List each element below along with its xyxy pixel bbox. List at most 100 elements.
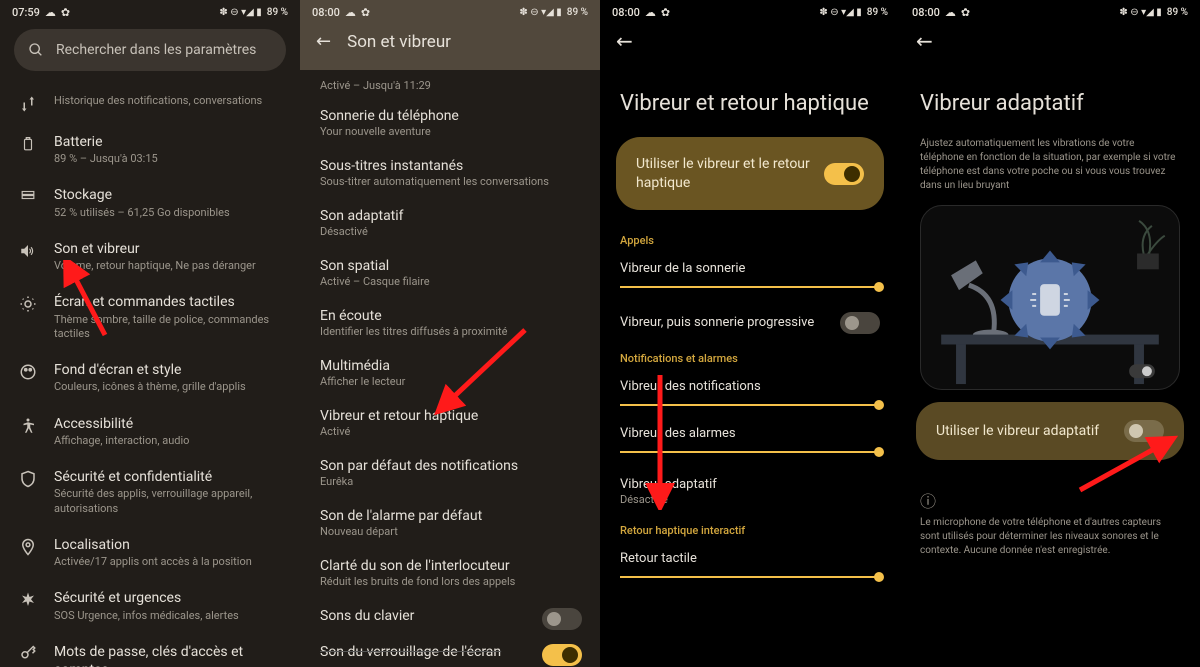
settings-item-emergency[interactable]: Sécurité et urgences SOS Urgence, infos … [0,579,300,632]
item-title: Son et vibreur [54,240,282,258]
status-icon: ☁ [945,6,956,19]
item-title: Fond d'écran et style [54,361,282,379]
status-time: 08:00 [312,6,340,19]
sound-settings-panel: 08:00 ☁ ✿ ✽ ⊖ ▾◢ ▮ 89 % ← Son et vibreur… [300,0,600,667]
item-subtitle: Volume, retour haptique, Ne pas déranger [54,259,282,273]
footer-note: Le microphone de votre téléphone et d'au… [900,516,1200,558]
status-bar: 08:00 ☁ ✿ ✽ ⊖ ▾◢ ▮ 89 % [300,0,600,21]
item-ringtone[interactable]: Sonnerie du téléphone Your nouvelle aven… [300,98,600,148]
status-icon: ✿ [961,6,970,19]
row-notification-vibration[interactable]: Vibreur des notifications [600,371,900,418]
item-adaptive-sound[interactable]: Son adaptatif Désactivé [300,198,600,248]
adaptive-vibration-panel: 08:00 ☁ ✿ ✽ ⊖ ▾◢ ▮ 89 % ← Vibreur adapta… [900,0,1200,667]
settings-list: Historique des notifications, conversati… [0,79,300,667]
item-keyboard-sounds[interactable]: Sons du clavier [300,598,600,634]
battery-icon [21,135,35,153]
vibration-haptics-panel: 08:00 ☁ ✿ ✽ ⊖ ▾◢ ▮ 89 % ← Vibreur et ret… [600,0,900,667]
back-button[interactable]: ← [616,29,633,53]
slider-alarm[interactable] [620,451,880,453]
settings-search[interactable]: Rechercher dans les paramètres [14,29,286,71]
item-title: Sécurité et urgences [54,589,282,607]
status-icon: ✿ [361,6,370,19]
item-subtitle: Couleurs, icônes à thème, grille d'appli… [54,380,282,394]
settings-item-display[interactable]: Écran et commandes tactiles Thème sombre… [0,283,300,351]
status-battery: 89 % [1167,7,1188,18]
adaptive-vibration-toggle-card[interactable]: Utiliser le vibreur adaptatif [916,402,1184,460]
toggle-adaptive-vibration[interactable] [1124,420,1164,442]
settings-item-location[interactable]: Localisation Activée/17 applis ont accès… [0,526,300,579]
slider-ring[interactable] [620,286,880,288]
item-subtitle: Activée/17 applis ont accès à la positio… [54,555,282,569]
item-title: Accessibilité [54,415,282,433]
settings-item-passwords[interactable]: Mots de passe, clés d'accès et comptes S… [0,633,300,667]
settings-item-sound[interactable]: Son et vibreur Volume, retour haptique, … [0,230,300,283]
status-time: 08:00 [612,6,640,19]
slider-touch[interactable] [620,576,880,578]
status-bar: 08:00 ☁ ✿ ✽ ⊖ ▾◢ ▮ 89 % [600,0,900,21]
item-title: Localisation [54,536,282,554]
accessibility-icon [19,417,37,435]
back-button[interactable]: ← [916,29,933,53]
notifications-icon [19,95,37,113]
row-adaptive-vibration[interactable]: Vibreur adaptatif Désactivé [600,465,900,518]
toggle-keyboard-sounds[interactable] [542,608,582,630]
status-bar: 08:00 ☁ ✿ ✽ ⊖ ▾◢ ▮ 89 % [900,0,1200,21]
row-progressive-ring[interactable]: Vibreur, puis sonnerie progressive [600,300,900,346]
item-lock-sound[interactable]: Son du verrouillage de l'écran [300,634,600,667]
section-haptic: Retour haptique interactif [600,518,900,543]
settings-item-accessibility[interactable]: Accessibilité Affichage, interaction, au… [0,405,300,458]
status-battery: 89 % [867,7,888,18]
main-vibration-toggle-card[interactable]: Utiliser le vibreur et le retour haptiqu… [616,137,884,209]
status-battery: 89 % [267,7,288,18]
status-icon: ☁ [645,6,656,19]
back-button[interactable]: ← [316,31,331,52]
toggle-progressive-ring[interactable] [840,312,880,334]
item-alarm-sound[interactable]: Son de l'alarme par défaut Nouveau dépar… [300,498,600,548]
item-subtitle: SOS Urgence, infos médicales, alertes [54,609,282,623]
info-icon: ⓘ [900,478,1200,516]
volume-icon [19,242,37,260]
item-title: Sécurité et confidentialité [54,468,282,486]
status-icon: ☁ [45,6,56,19]
sound-settings-list: Activé – Jusqu'à 11:29 Sonnerie du télép… [300,70,600,667]
item-title: Mots de passe, clés d'accès et comptes [54,643,282,667]
settings-item-security[interactable]: Sécurité et confidentialité Sécurité des… [0,458,300,526]
emergency-icon [19,591,37,609]
status-time: 08:00 [912,6,940,19]
status-time: 07:59 [12,6,40,19]
item-now-playing[interactable]: En écoute Identifier les titres diffusés… [300,298,600,348]
toggle-lock-sound[interactable] [542,644,582,666]
row-alarm-vibration[interactable]: Vibreur des alarmes [600,418,900,465]
row-touch-feedback[interactable]: Retour tactile [600,543,900,590]
key-icon [19,645,37,663]
item-subtitle: Thème sombre, taille de police, commande… [54,313,282,342]
item-subtitle: 89 % – Jusqu'à 03:15 [54,152,282,166]
row-ring-vibration[interactable]: Vibreur de la sonnerie [600,253,900,300]
slider-notif[interactable] [620,404,880,406]
page-title: Son et vibreur [347,32,451,52]
item-title: Stockage [54,186,282,204]
item-media[interactable]: Multimédia Afficher le lecteur [300,348,600,398]
settings-item-wallpaper[interactable]: Fond d'écran et style Couleurs, icônes à… [0,351,300,404]
page-description: Ajustez automatiquement les vibrations d… [900,137,1200,193]
status-icons: ✽ ⊖ ▾◢ ▮ [219,7,261,18]
settings-root-panel: 07:59 ☁ ✿ ✽ ⊖ ▾◢ ▮ 89 % Rechercher dans … [0,0,300,667]
item-title: Écran et commandes tactiles [54,293,282,311]
page-title: Vibreur et retour haptique [600,61,900,137]
toggle-use-vibration[interactable] [824,163,864,185]
settings-item-battery[interactable]: Batterie 89 % – Jusqu'à 03:15 [0,123,300,176]
item-notification-sound[interactable]: Son par défaut des notifications Eurêka [300,448,600,498]
item-vibration-haptics[interactable]: Vibreur et retour haptique Activé [300,398,600,448]
shield-icon [19,470,37,488]
section-notifications: Notifications et alarmes [600,346,900,371]
item-subtitle: Sécurité des applis, verrouillage appare… [54,487,282,516]
item-spatial-sound[interactable]: Son spatial Activé – Casque filaire [300,248,600,298]
page-title: Vibreur adaptatif [900,61,1200,137]
status-icons: ✽ ⊖ ▾◢ ▮ [519,7,561,18]
palette-icon [19,363,37,381]
settings-item-notifications[interactable]: Historique des notifications, conversati… [0,83,300,123]
item-call-clarity[interactable]: Clarté du son de l'interlocuteur Réduit … [300,548,600,598]
item-live-caption[interactable]: Sous-titres instantanés Sous-titrer auto… [300,148,600,198]
settings-item-storage[interactable]: Stockage 52 % utilisés – 61,25 Go dispon… [0,176,300,229]
illustration [920,205,1180,390]
